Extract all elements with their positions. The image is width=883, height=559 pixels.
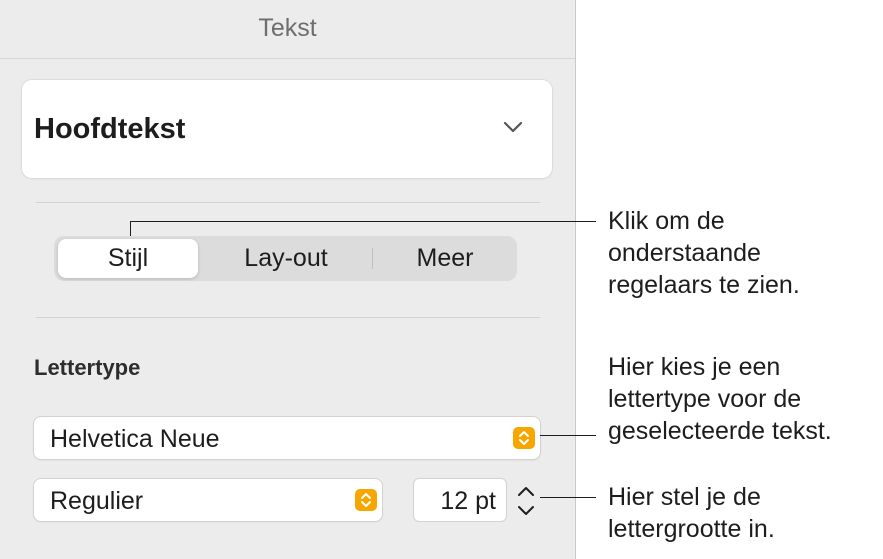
callout-line xyxy=(540,435,596,436)
paragraph-style-selector[interactable]: Hoofdtekst xyxy=(22,80,552,178)
font-size-field[interactable]: 12 pt xyxy=(414,479,506,521)
font-family-popup[interactable]: Helvetica Neue xyxy=(34,417,540,459)
updown-icon xyxy=(513,427,535,449)
panel-header: Tekst xyxy=(0,0,575,59)
font-style-popup[interactable]: Regulier xyxy=(34,479,382,521)
panel-title: Tekst xyxy=(258,14,317,42)
callout-line xyxy=(130,221,131,236)
callout-line xyxy=(130,221,596,222)
callout-line xyxy=(540,497,596,498)
tab-separator xyxy=(372,248,373,269)
font-size-stepper-icon[interactable] xyxy=(513,480,539,522)
updown-icon xyxy=(355,489,377,511)
font-size-value: 12 pt xyxy=(440,487,496,515)
chevron-down-icon[interactable] xyxy=(502,116,524,138)
font-family-value: Helvetica Neue xyxy=(50,425,220,453)
tab-bar: Stijl Lay-out Meer xyxy=(54,236,517,281)
callout-font: Hier kies je een lettertype voor de gese… xyxy=(608,353,832,445)
paragraph-style-name: Hoofdtekst xyxy=(34,113,186,145)
divider xyxy=(36,202,540,203)
tab-lay-out[interactable]: Lay-out xyxy=(200,236,372,281)
tab-meer[interactable]: Meer xyxy=(374,236,516,281)
font-section-label: Lettertype xyxy=(34,355,141,380)
callout-tabs: Klik om de onderstaande regelaars te zie… xyxy=(608,207,800,299)
divider xyxy=(36,317,540,318)
tab-stijl[interactable]: Stijl xyxy=(58,239,198,278)
callout-size: Hier stel je de lettergrootte in. xyxy=(608,483,775,543)
text-format-panel: Tekst Hoofdtekst Stijl Lay-out Meer Lett… xyxy=(0,0,576,559)
font-style-value: Regulier xyxy=(50,487,144,515)
